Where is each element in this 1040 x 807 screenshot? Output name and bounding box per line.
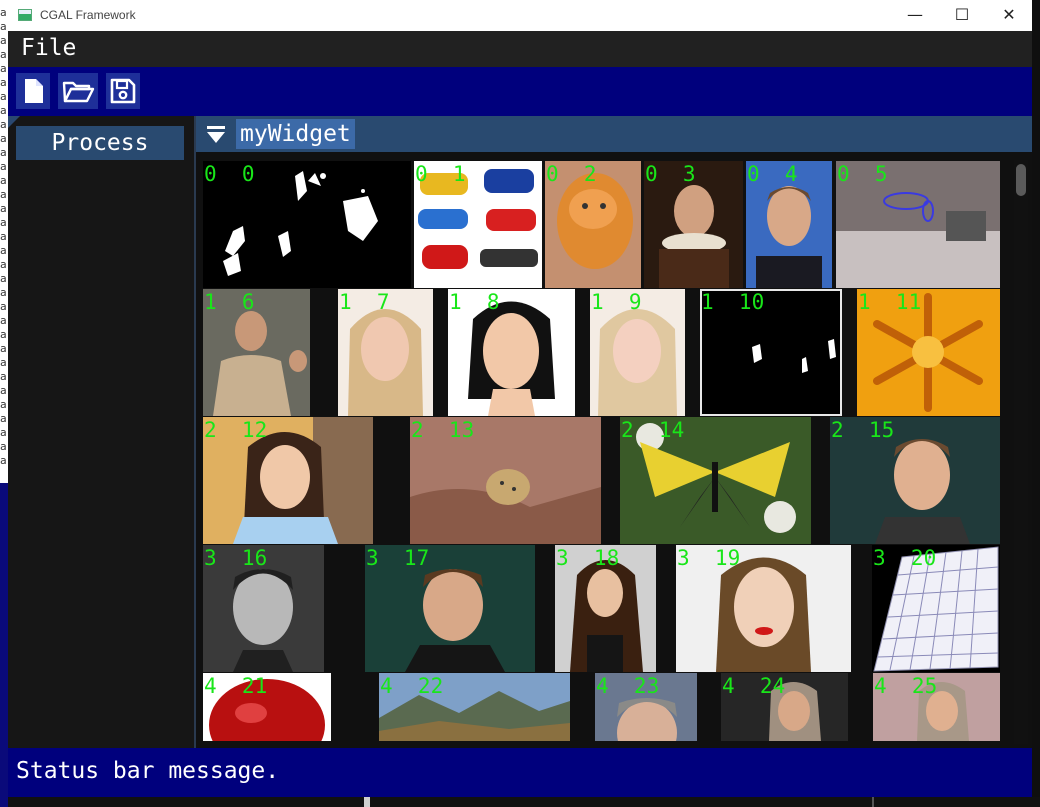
thumbnail[interactable]: 1 11 — [857, 289, 1000, 416]
thumbnail-label: 2 12 — [204, 418, 268, 442]
new-file-button[interactable] — [16, 73, 50, 109]
thumbnail-label: 1 6 — [204, 290, 255, 314]
thumbnail[interactable]: 3 19 — [676, 545, 851, 672]
thumbnail[interactable]: 4 22 — [379, 673, 570, 741]
thumbnail-label: 4 25 — [874, 674, 938, 698]
thumbnail-label: 3 16 — [204, 546, 268, 570]
thumbnail-label: 3 18 — [556, 546, 620, 570]
new-file-icon — [25, 79, 43, 103]
thumbnail-label: 4 24 — [722, 674, 786, 698]
background-mark — [364, 797, 370, 807]
thumbnail[interactable]: 4 23 — [595, 673, 697, 741]
left-panel: Process — [8, 116, 194, 748]
thumbnail[interactable]: 2 12 — [203, 417, 373, 544]
thumbnail[interactable]: 2 15 — [830, 417, 1000, 544]
thumbnail[interactable]: 0 0 — [203, 161, 411, 288]
title-bar[interactable]: CGAL Framework — ☐ ✕ — [8, 0, 1032, 31]
thumbnail-label: 2 15 — [831, 418, 895, 442]
process-button[interactable]: Process — [16, 126, 184, 160]
widget-header[interactable]: myWidget — [196, 116, 1032, 152]
thumbnail-label: 4 22 — [380, 674, 444, 698]
thumbnail-label: 0 3 — [645, 162, 696, 186]
vertical-scrollbar[interactable] — [1014, 160, 1028, 744]
scrollbar-thumb[interactable] — [1016, 164, 1026, 196]
maximize-button[interactable]: ☐ — [939, 0, 985, 31]
app-window: CGAL Framework — ☐ ✕ File Process myWidg… — [8, 0, 1032, 797]
thumbnail-label: 0 0 — [204, 162, 255, 186]
save-icon — [110, 78, 136, 104]
menu-bar: File — [8, 31, 1032, 67]
thumbnail-label: 0 2 — [546, 162, 597, 186]
app-icon — [18, 9, 32, 21]
thumbnail[interactable]: 4 25 — [873, 673, 1000, 741]
thumbnail[interactable]: 3 20 — [872, 545, 1000, 672]
thumbnail-label: 1 10 — [701, 290, 765, 314]
thumbnail[interactable]: 0 4 — [746, 161, 832, 288]
widget-title: myWidget — [236, 119, 355, 149]
background-terminal-text: a a a a a a a a a a a a a a a a a a a a … — [0, 6, 7, 467]
thumbnail[interactable]: 3 17 — [365, 545, 535, 672]
thumbnail[interactable]: 1 8 — [448, 289, 575, 416]
background-window-strip: a a a a a a a a a a a a a a a a a a a a … — [0, 0, 8, 807]
thumbnail[interactable]: 0 3 — [644, 161, 743, 288]
thumbnail-label: 2 14 — [621, 418, 685, 442]
thumbnail-label: 4 21 — [204, 674, 268, 698]
background-bottom-strip — [8, 797, 1040, 807]
thumbnail[interactable]: 0 1 — [414, 161, 542, 288]
toolbar — [8, 67, 1032, 116]
open-folder-button[interactable] — [58, 73, 98, 109]
close-button[interactable]: ✕ — [986, 0, 1032, 31]
thumbnail-label: 3 19 — [677, 546, 741, 570]
background-blue-region — [0, 483, 8, 807]
thumbnail[interactable]: 0 5 — [836, 161, 1000, 288]
thumbnail[interactable]: 1 9 — [590, 289, 685, 416]
thumbnail[interactable]: 1 7 — [338, 289, 433, 416]
status-bar: Status bar message. — [8, 748, 1032, 797]
thumbnail-label: 1 8 — [449, 290, 500, 314]
thumbnail-label: 3 17 — [366, 546, 430, 570]
collapse-arrow-icon[interactable] — [206, 126, 226, 144]
thumbnail-label: 4 23 — [596, 674, 660, 698]
status-message: Status bar message. — [16, 758, 280, 784]
thumbnail[interactable]: 1 6 — [203, 289, 310, 416]
thumbnail-label: 1 11 — [858, 290, 922, 314]
thumbnail-label: 0 5 — [837, 162, 888, 186]
thumbnail[interactable]: 3 18 — [555, 545, 656, 672]
thumbnail[interactable]: 2 13 — [410, 417, 601, 544]
thumbnail-label: 0 4 — [747, 162, 798, 186]
thumbnail[interactable]: 2 14 — [620, 417, 811, 544]
thumbnail[interactable]: 3 16 — [203, 545, 324, 672]
thumbnail[interactable]: 4 21 — [203, 673, 331, 741]
background-divider — [872, 797, 874, 807]
thumbnail-highlighted[interactable]: 4 24 — [721, 673, 848, 741]
thumbnail-label: 1 9 — [591, 290, 642, 314]
thumbnail-label: 0 1 — [415, 162, 466, 186]
thumbnail-label: 1 7 — [339, 290, 390, 314]
open-folder-icon — [62, 81, 95, 103]
save-button[interactable] — [106, 73, 140, 109]
thumbnail[interactable]: 0 2 — [545, 161, 641, 288]
thumbnail-label: 3 20 — [873, 546, 937, 570]
minimize-button[interactable]: — — [892, 0, 938, 31]
thumbnail-label: 2 13 — [411, 418, 475, 442]
menu-file[interactable]: File — [21, 35, 76, 61]
thumbnail-selected[interactable]: 1 10 — [700, 289, 842, 416]
window-title: CGAL Framework — [40, 8, 136, 22]
